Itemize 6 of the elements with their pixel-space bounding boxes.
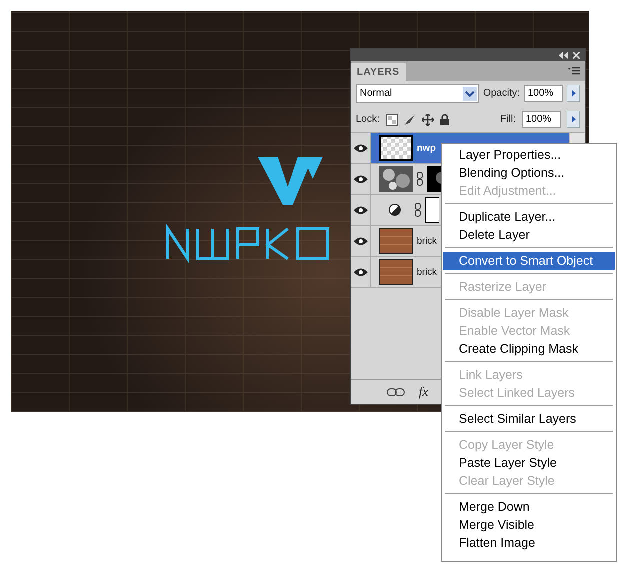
lock-label: Lock: — [356, 114, 380, 125]
opacity-label: Opacity: — [483, 88, 520, 99]
fill-label: Fill: — [500, 114, 516, 125]
layer-name: nwp — [417, 142, 436, 154]
layer-name: brick — [417, 236, 438, 246]
layer-name: brick — [417, 266, 438, 278]
